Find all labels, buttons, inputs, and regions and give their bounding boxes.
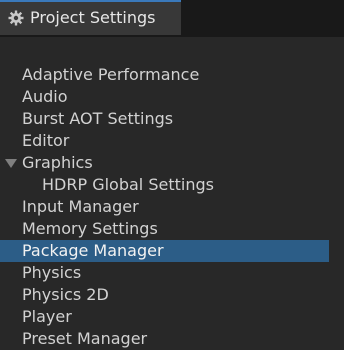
tree-item-hdrp-global-settings[interactable]: HDRP Global Settings — [0, 174, 344, 196]
tab-title: Project Settings — [30, 8, 156, 27]
tree-item-label: Input Manager — [22, 197, 139, 216]
tree-item-player[interactable]: Player — [0, 306, 344, 328]
tree-item-label: Adaptive Performance — [22, 65, 200, 84]
tree-item-graphics[interactable]: Graphics — [0, 152, 344, 174]
settings-panel: Adaptive Performance Audio Burst AOT Set… — [0, 37, 344, 348]
tree-item-physics[interactable]: Physics — [0, 262, 344, 284]
tree-item-memory-settings[interactable]: Memory Settings — [0, 218, 344, 240]
tree-item-label: Preset Manager — [22, 329, 148, 348]
gear-icon — [8, 10, 24, 26]
tree-item-audio[interactable]: Audio — [0, 86, 344, 108]
window-tab-bar: Project Settings — [0, 0, 344, 37]
tree-item-label: HDRP Global Settings — [42, 175, 214, 194]
tree-item-label: Physics — [22, 263, 82, 282]
tree-item-editor[interactable]: Editor — [0, 130, 344, 152]
project-settings-tab[interactable]: Project Settings — [0, 0, 181, 35]
tree-item-input-manager[interactable]: Input Manager — [0, 196, 344, 218]
tree-item-package-manager[interactable]: Package Manager — [0, 240, 329, 262]
tree-item-label: Audio — [22, 87, 68, 106]
tree-item-label: Memory Settings — [22, 219, 158, 238]
settings-category-tree: Adaptive Performance Audio Burst AOT Set… — [0, 64, 344, 350]
tree-item-label: Physics 2D — [22, 285, 109, 304]
tree-item-physics-2d[interactable]: Physics 2D — [0, 284, 344, 306]
tree-item-burst-aot-settings[interactable]: Burst AOT Settings — [0, 108, 344, 130]
tree-item-label: Package Manager — [22, 241, 164, 260]
tree-item-preset-manager[interactable]: Preset Manager — [0, 328, 344, 350]
tree-item-label: Burst AOT Settings — [22, 109, 174, 128]
tree-item-label: Graphics — [22, 153, 93, 172]
tree-item-label: Player — [22, 307, 72, 326]
tree-item-label: Editor — [22, 131, 70, 150]
tree-item-adaptive-performance[interactable]: Adaptive Performance — [0, 64, 344, 86]
foldout-expanded-icon[interactable] — [5, 159, 17, 168]
